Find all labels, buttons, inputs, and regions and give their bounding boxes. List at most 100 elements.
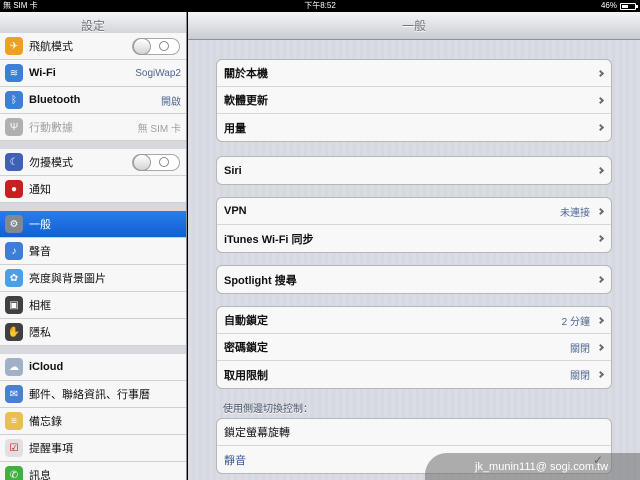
settings-row-label: 密碼鎖定	[224, 342, 268, 354]
chevron-right-icon	[596, 123, 605, 132]
settings-row-label: 鎖定螢幕旋轉	[224, 427, 290, 439]
flower-icon: ✿	[5, 269, 23, 287]
cloud-icon: ☁	[5, 358, 23, 376]
settings-row-label: 用量	[224, 122, 246, 135]
settings-row[interactable]: iTunes Wi-Fi 同步	[217, 225, 611, 252]
settings-row[interactable]: 取用限制 關閉	[217, 361, 611, 388]
chevron-right-icon	[596, 370, 605, 379]
sidebar-item[interactable]: ☁ iCloud	[0, 354, 186, 381]
antenna-icon: Ψ	[5, 118, 23, 136]
settings-row[interactable]: Siri	[217, 157, 611, 184]
messages-icon: ✆	[5, 466, 23, 480]
watermark: jk_munin111@ sogi.com.tw	[425, 453, 640, 480]
settings-row-value: 關閉	[570, 371, 590, 382]
sidebar-item[interactable]: ≡ 備忘錄	[0, 408, 186, 435]
settings-row-label: 取用限制	[224, 369, 268, 382]
chevron-right-icon	[596, 234, 605, 243]
chevron-right-icon	[596, 343, 605, 351]
mail-icon: ✉	[5, 385, 23, 403]
sidebar-item-label: Bluetooth	[29, 94, 81, 106]
sidebar-item[interactable]: ✈ 飛航模式	[0, 33, 186, 60]
settings-group: Siri	[216, 156, 612, 185]
sidebar-item-label: 備忘錄	[29, 416, 62, 428]
sidebar-item-label: 飛航模式	[29, 41, 73, 53]
sidebar-item-label: iCloud	[29, 361, 64, 373]
sidebar-item[interactable]: Ψ 行動數據 無 SIM 卡	[0, 114, 186, 141]
sidebar-item-label: 通知	[29, 184, 51, 196]
sidebar-item[interactable]: ♪ 聲音	[0, 238, 186, 265]
settings-row-label: Spotlight 搜尋	[224, 274, 297, 287]
settings-row-value: 未連接	[560, 207, 590, 219]
sidebar-item[interactable]: ✋ 隱私	[0, 319, 186, 346]
chevron-right-icon	[596, 96, 605, 104]
chevron-right-icon	[596, 316, 605, 324]
settings-row[interactable]: 密碼鎖定 關閉	[217, 334, 611, 361]
settings-row-label: 自動鎖定	[224, 315, 268, 327]
section-label: 使用側邊切換控制：	[223, 404, 313, 415]
settings-group: 關於本機軟體更新用量	[216, 59, 612, 142]
sidebar-item[interactable]: ᛒ Bluetooth 開啟	[0, 87, 186, 114]
toggle-switch[interactable]	[132, 153, 180, 171]
settings-row-label: 關於本機	[224, 68, 268, 80]
settings-row[interactable]: 關於本機	[217, 60, 611, 87]
speaker-icon: ♪	[5, 242, 23, 260]
sidebar-item-label: 提醒事項	[29, 443, 73, 455]
settings-sidebar: 設定 ✈ 飛航模式 ≋ Wi-Fi SogiWap2 ᛒ Bluetooth 開啟 Ψ 行動數據無…	[0, 12, 187, 480]
sidebar-item[interactable]: ✿ 亮度與背景圖片	[0, 265, 186, 292]
general-panel: 一般 關於本機 軟體更新 用量 Siri VPN 未連接 iTunes Wi-Fi 同步 Sp…	[188, 12, 640, 480]
settings-group: VPN 未連接 iTunes Wi-Fi 同步	[216, 197, 612, 253]
status-bar: 無 SIM 卡 下午8:52 46%	[0, 0, 640, 12]
settings-row[interactable]: Spotlight 搜尋	[217, 266, 611, 293]
sidebar-item[interactable]: ✉ 郵件、聯絡資訊、行事曆	[0, 381, 186, 408]
sidebar-item[interactable]: ▣ 相框	[0, 292, 186, 319]
settings-row-value: 2 分鐘	[561, 316, 590, 328]
sidebar-item[interactable]: ⚙ 一般	[0, 211, 186, 238]
chevron-right-icon	[596, 166, 605, 175]
settings-row[interactable]: 鎖定螢幕旋轉	[217, 419, 611, 446]
sidebar-item-value: 無 SIM 卡	[137, 123, 181, 135]
sidebar-item[interactable]: ● 通知	[0, 176, 186, 203]
sidebar-item[interactable]: ✆ 訊息	[0, 462, 186, 480]
battery-icon	[620, 2, 638, 10]
gear-icon: ⚙	[5, 215, 23, 233]
settings-row-label: 軟體更新	[224, 95, 268, 107]
settings-row[interactable]: 用量	[217, 114, 611, 141]
toggle-switch[interactable]	[132, 37, 180, 55]
sidebar-item-label: 亮度與背景圖片	[29, 273, 106, 285]
reminders-icon: ☑	[5, 439, 23, 457]
sidebar-item-value: SogiWap2	[135, 67, 181, 79]
sidebar-item-value: 開啟	[161, 96, 181, 108]
sidebar-item[interactable]: ≋ Wi-Fi SogiWap2	[0, 60, 186, 87]
settings-row-label: VPN	[224, 205, 247, 217]
clock: 下午8:52	[304, 1, 336, 10]
battery-percent: 46%	[600, 1, 617, 10]
sidebar-item-label: 隱私	[29, 327, 51, 339]
airplane-icon: ✈	[5, 37, 23, 55]
sidebar-item-label: 行動數據	[29, 122, 73, 134]
settings-row-label: Siri	[224, 164, 242, 177]
settings-row[interactable]: VPN 未連接	[217, 198, 611, 225]
notification-icon: ●	[5, 180, 23, 198]
settings-group: 自動鎖定 2 分鐘 密碼鎖定 關閉 取用限制 關閉	[216, 306, 612, 389]
notes-icon: ≡	[5, 412, 23, 430]
sidebar-item-label: 勿擾模式	[29, 157, 73, 169]
chevron-right-icon	[596, 275, 605, 284]
settings-row-value: 關閉	[570, 343, 590, 355]
chevron-right-icon	[596, 207, 605, 215]
bluetooth-icon: ᛒ	[5, 91, 23, 109]
sidebar-item-label: 郵件、聯絡資訊、行事曆	[29, 389, 150, 401]
picture-frame-icon: ▣	[5, 296, 23, 314]
settings-row[interactable]: 自動鎖定 2 分鐘	[217, 307, 611, 334]
moon-icon: ☾	[5, 153, 23, 171]
battery-indicator: 46%	[600, 0, 638, 12]
chevron-right-icon	[596, 69, 605, 77]
settings-group: Spotlight 搜尋	[216, 265, 612, 294]
sidebar-item-label: 一般	[29, 219, 51, 231]
settings-row[interactable]: 軟體更新	[217, 87, 611, 114]
settings-row-label: iTunes Wi-Fi 同步	[224, 233, 314, 246]
sidebar-item[interactable]: ☑ 提醒事項	[0, 435, 186, 462]
sidebar-item[interactable]: ☾ 勿擾模式	[0, 149, 186, 176]
sidebar-item-label: 相框	[29, 300, 51, 312]
hand-icon: ✋	[5, 323, 23, 341]
wifi-icon: ≋	[5, 64, 23, 82]
